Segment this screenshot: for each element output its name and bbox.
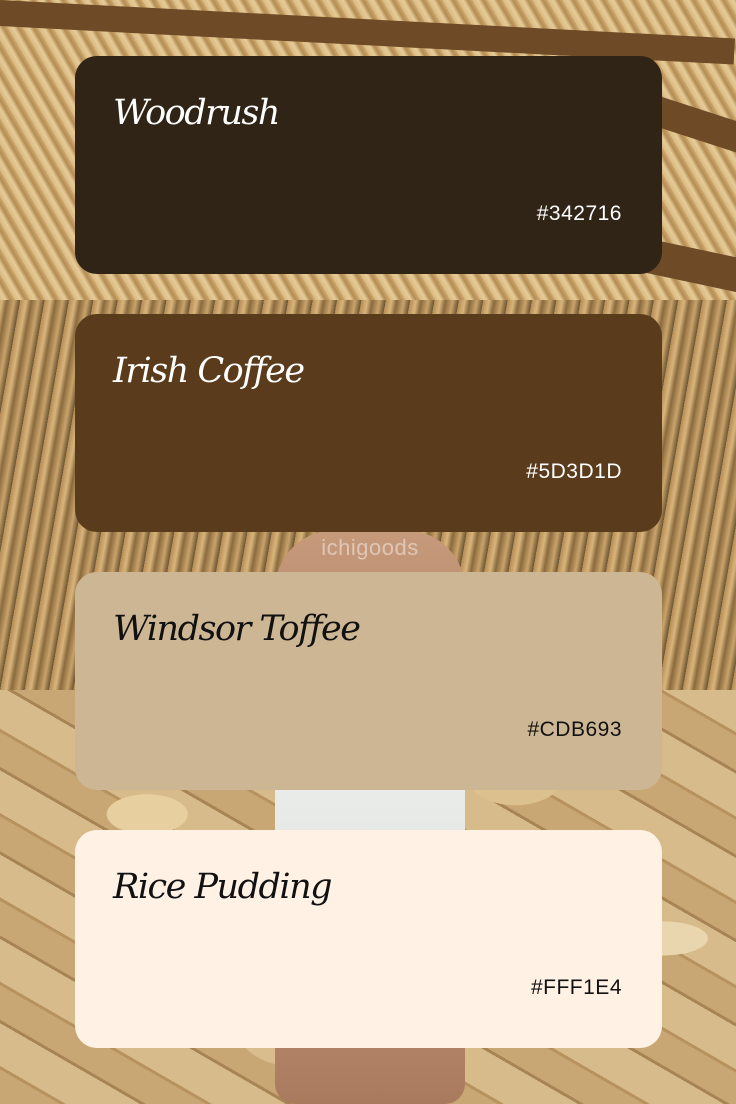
swatch-card-woodrush: Woodrush #342716 bbox=[75, 56, 662, 274]
swatch-name: Rice Pudding bbox=[113, 867, 333, 907]
swatch-name: Windsor Toffee bbox=[113, 609, 361, 649]
swatch-hex: #342716 bbox=[536, 202, 622, 225]
swatch-card-rice-pudding: Rice Pudding #FFF1E4 bbox=[75, 830, 662, 1048]
swatch-hex: #FFF1E4 bbox=[530, 976, 622, 999]
swatch-name: Irish Coffee bbox=[113, 351, 305, 391]
swatch-card-windsor-toffee: Windsor Toffee #CDB693 bbox=[75, 572, 662, 790]
swatch-card-irish-coffee: Irish Coffee #5D3D1D bbox=[75, 314, 662, 532]
watermark: ichigoods bbox=[321, 535, 419, 560]
swatch-name: Woodrush bbox=[113, 93, 280, 133]
swatch-hex: #5D3D1D bbox=[526, 460, 622, 483]
swatch-hex: #CDB693 bbox=[527, 718, 622, 741]
